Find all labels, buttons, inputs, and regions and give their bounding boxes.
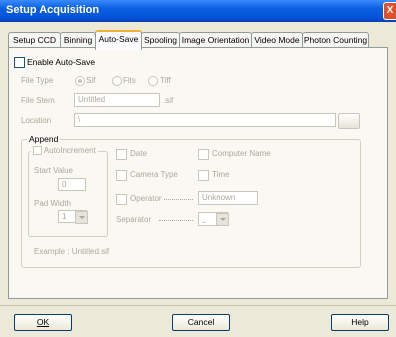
camera-type-label: Camera Type [130,170,178,179]
computer-name-checkbox[interactable] [198,149,209,160]
operator-label: Operator [130,194,162,203]
camera-type-checkbox[interactable] [116,170,127,181]
separator-value: _ [202,214,207,223]
pad-width-label: Pad Width [34,199,71,208]
close-button[interactable]: X [383,2,396,20]
append-group-label: Append [27,134,61,144]
tab-image-orientation[interactable]: Image Orientation [179,32,252,48]
tab-label: Auto-Save [98,34,139,44]
time-label: Time [212,170,230,179]
tab-binning[interactable]: Binning [60,32,96,48]
start-value-label: Start Value [34,166,73,175]
file-stem-label: File Stem [21,96,55,105]
operator-value: Unknown [202,193,236,202]
separator-label: Separator [116,215,152,224]
cancel-button-label: Cancel [187,317,215,327]
enable-auto-save-label: Enable Auto-Save [27,57,96,67]
location-label: Location [21,116,52,125]
tab-label: Photon Counting [303,35,368,45]
tab-label: Spooling [143,35,178,45]
file-stem-extension: .sif [163,96,174,105]
tab-video-mode[interactable]: Video Mode [251,32,303,48]
tab-label: Binning [63,35,93,45]
file-type-fits-label: Fits [123,76,136,85]
start-value-value: 0 [62,180,67,189]
title-bar: Setup Acquisition X [0,0,396,22]
date-label: Date [130,149,147,158]
tab-label: Image Orientation [181,35,250,45]
separator-leader-dots [159,220,193,221]
start-value-input[interactable]: 0 [58,178,86,191]
tab-spooling[interactable]: Spooling [141,32,180,48]
file-type-label: File Type [21,76,54,85]
computer-name-label: Computer Name [212,149,271,158]
operator-checkbox[interactable] [116,194,127,205]
browse-location-button[interactable] [338,113,360,129]
separator-dropdown-icon[interactable] [216,213,229,226]
help-button[interactable]: Help [331,314,389,331]
file-type-sif-radio[interactable] [75,76,85,86]
tab-auto-save[interactable]: Auto-Save [95,30,142,50]
autoincrement-checkbox[interactable] [33,146,42,156]
cancel-button[interactable]: Cancel [172,314,230,331]
window-title: Setup Acquisition [6,4,100,16]
file-stem-value: Untitled [78,95,106,104]
bottom-divider [0,305,396,306]
file-stem-input[interactable]: Untitled [74,93,160,107]
pad-width-dropdown-icon[interactable] [75,211,88,224]
autoincrement-label: AutoIncrement [43,146,96,155]
location-input[interactable]: \ [74,113,336,127]
file-type-tiff-radio[interactable] [148,76,158,86]
ok-button[interactable]: OK [14,314,72,331]
operator-leader-dots [164,199,193,200]
operator-input[interactable]: Unknown [198,191,258,205]
ok-button-label: OK [36,317,50,327]
tab-photon-counting[interactable]: Photon Counting [302,32,369,48]
location-value: \ [78,115,81,124]
time-checkbox[interactable] [198,170,209,181]
example-filename-text: Example : Untitled.sif [34,247,110,256]
tab-label: Video Mode [254,35,300,45]
file-type-sif-label: Sif [86,76,96,85]
file-type-fits-radio[interactable] [112,76,122,86]
help-button-label: Help [351,317,369,327]
autoincrement-header: AutoIncrement [31,146,98,156]
close-icon: X [386,5,394,16]
autoincrement-group [28,151,108,237]
pad-width-value: 1 [62,212,67,221]
tab-setup-ccd[interactable]: Setup CCD [8,32,61,48]
tab-label: Setup CCD [13,35,56,45]
date-checkbox[interactable] [116,149,127,160]
enable-auto-save-checkbox[interactable] [14,57,25,68]
file-type-tiff-label: Tiff [160,76,171,85]
